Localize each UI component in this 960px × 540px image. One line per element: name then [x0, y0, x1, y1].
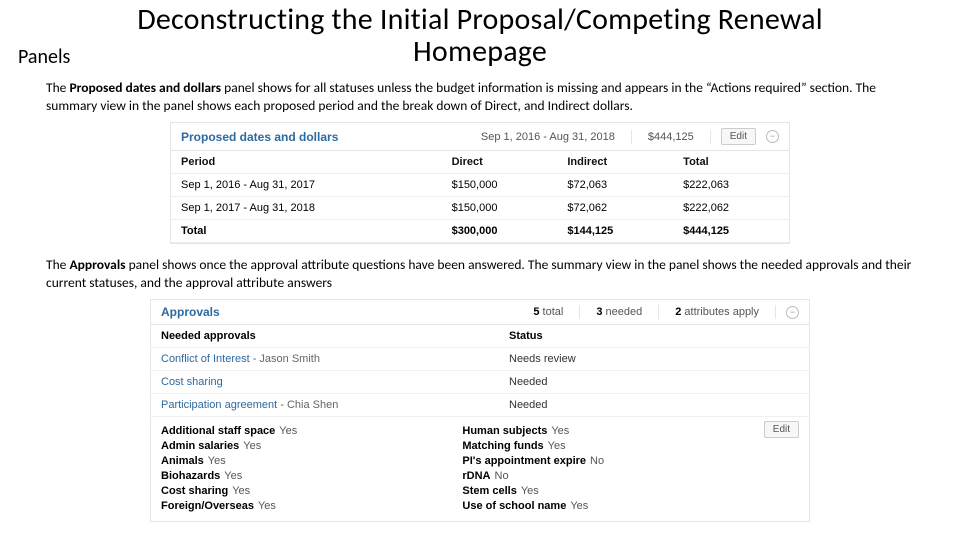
table-row-total: Total $300,000 $144,125 $444,125	[171, 220, 789, 243]
edit-button[interactable]: Edit	[764, 421, 799, 438]
col-direct: Direct	[442, 151, 558, 174]
attribute-line: Admin salariesYes	[161, 438, 442, 453]
attribute-line: Foreign/OverseasYes	[161, 498, 442, 513]
dates-dollars-title: Proposed dates and dollars	[181, 130, 338, 144]
approval-status: Needed	[509, 376, 799, 388]
attribute-line: PI's appointment expireNo	[462, 453, 743, 468]
col-period: Period	[171, 151, 442, 174]
attribute-line: AnimalsYes	[161, 453, 442, 468]
attribute-line: Human subjectsYes	[462, 423, 743, 438]
slide-subheading: Panels	[18, 45, 70, 69]
header-needed-count: 3 needed	[590, 306, 648, 318]
table-row: Sep 1, 2016 - Aug 31, 2017 $150,000 $72,…	[171, 174, 789, 197]
dates-dollars-panel: Proposed dates and dollars Sep 1, 2016 -…	[170, 122, 790, 244]
approval-row: Participation agreement - Chia Shen Need…	[151, 394, 809, 417]
attribute-line: Cost sharingYes	[161, 483, 442, 498]
attribute-line: Additional staff spaceYes	[161, 423, 442, 438]
attributes-block: Additional staff spaceYesAdmin salariesY…	[151, 417, 809, 521]
approval-row: Cost sharing Needed	[151, 371, 809, 394]
table-row: Sep 1, 2017 - Aug 31, 2018 $150,000 $72,…	[171, 197, 789, 220]
paragraph-approvals: The Approvals panel shows once the appro…	[46, 256, 914, 291]
attribute-line: Matching fundsYes	[462, 438, 743, 453]
approvals-title: Approvals	[161, 305, 220, 319]
approval-row: Conflict of Interest - Jason Smith Needs…	[151, 348, 809, 371]
approval-status: Needs review	[509, 353, 799, 365]
approval-status: Needed	[509, 399, 799, 411]
collapse-icon[interactable]: −	[766, 130, 779, 143]
attribute-line: rDNANo	[462, 468, 743, 483]
slide-title-line2: Homepage	[18, 36, 942, 68]
col-total: Total	[673, 151, 789, 174]
header-total: $444,125	[642, 131, 700, 143]
header-date-range: Sep 1, 2016 - Aug 31, 2018	[475, 131, 621, 143]
collapse-icon[interactable]: −	[786, 306, 799, 319]
paragraph-dates-dollars: The Proposed dates and dollars panel sho…	[46, 79, 914, 114]
col-status: Status	[509, 330, 799, 342]
dates-dollars-table: Period Direct Indirect Total Sep 1, 2016…	[171, 151, 789, 243]
attribute-line: BiohazardsYes	[161, 468, 442, 483]
edit-button[interactable]: Edit	[721, 128, 756, 145]
col-indirect: Indirect	[557, 151, 673, 174]
attribute-line: Stem cellsYes	[462, 483, 743, 498]
header-total-count: 5 total	[527, 306, 569, 318]
header-attributes-count: 2 attributes apply	[669, 306, 765, 318]
attribute-line: Use of school nameYes	[462, 498, 743, 513]
col-needed-approvals: Needed approvals	[161, 330, 509, 342]
approval-link[interactable]: Cost sharing	[161, 376, 223, 388]
approval-link[interactable]: Participation agreement	[161, 399, 277, 411]
approval-link[interactable]: Conflict of Interest	[161, 353, 250, 365]
slide-title-line1: Deconstructing the Initial Proposal/Comp…	[18, 4, 942, 36]
approvals-panel: Approvals 5 total 3 needed 2 attributes …	[150, 299, 810, 522]
